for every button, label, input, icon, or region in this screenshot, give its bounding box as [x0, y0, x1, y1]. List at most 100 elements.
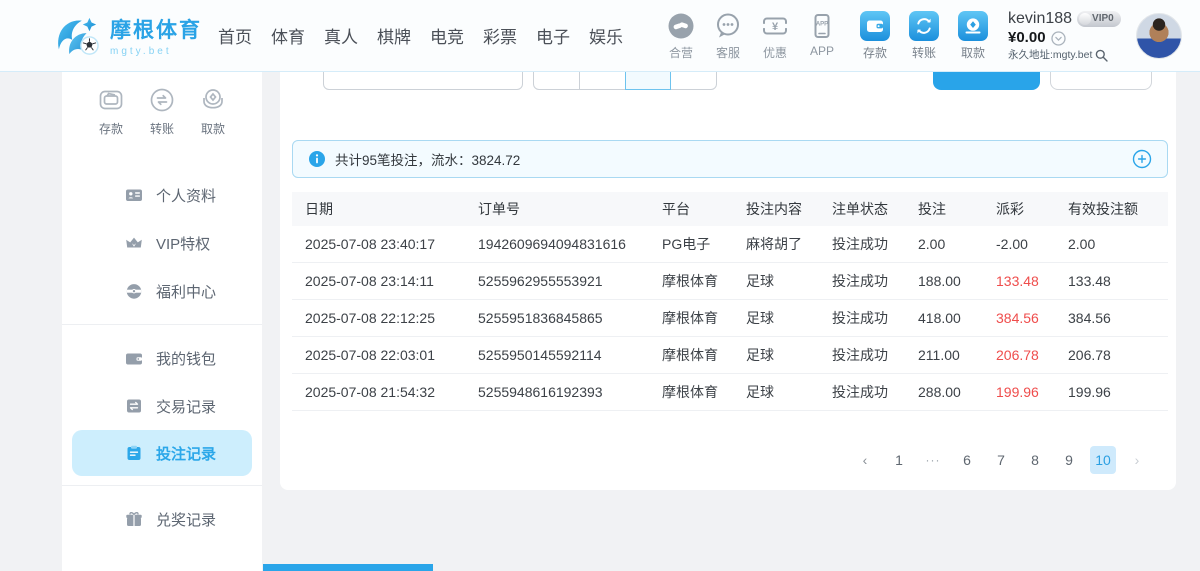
- expand-circle-icon[interactable]: [1132, 149, 1152, 169]
- cell-bet: 188.00: [918, 273, 996, 289]
- cell-platform: 摩根体育: [662, 382, 746, 402]
- sidebar-deposit[interactable]: 存款: [96, 85, 126, 137]
- sidebar-item-vip-label: VIP特权: [156, 233, 210, 254]
- avatar[interactable]: [1136, 13, 1182, 59]
- wallet-outline-icon: [96, 85, 126, 115]
- nav-entertainment[interactable]: 娱乐: [589, 23, 623, 48]
- nav-home[interactable]: 首页: [218, 23, 252, 48]
- pagination-ellipsis[interactable]: ···: [920, 446, 946, 474]
- circular-arrows-icon: [147, 85, 177, 115]
- brand-logo[interactable]: 摩根体育 mgty.bet: [55, 14, 202, 57]
- pagination-page-7[interactable]: 7: [988, 446, 1014, 474]
- info-icon: [308, 150, 326, 168]
- cell-content: 足球: [746, 345, 832, 365]
- sidebar-item-welfare[interactable]: 福利中心: [62, 267, 262, 315]
- id-card-icon: [125, 186, 143, 204]
- transaction-record-icon: [125, 397, 143, 415]
- deposit-label: 存款: [863, 44, 887, 61]
- sidebar-transfer[interactable]: 转账: [147, 85, 177, 137]
- sidebar-item-prize-records-label: 兑奖记录: [156, 509, 216, 530]
- table-row: 2025-07-08 23:40:17 1942609694094831616 …: [292, 226, 1168, 263]
- sidebar-item-bet-records-label: 投注记录: [156, 443, 216, 464]
- sidebar-deposit-label: 存款: [99, 120, 123, 137]
- pagination-page-10-active[interactable]: 10: [1090, 446, 1116, 474]
- partnership-link[interactable]: 合营: [661, 11, 701, 61]
- sidebar-withdraw[interactable]: 取款: [198, 85, 228, 137]
- sidebar-item-welfare-label: 福利中心: [156, 281, 216, 302]
- promotions-link[interactable]: ¥ 优惠: [755, 11, 795, 61]
- sidebar-withdraw-label: 取款: [201, 120, 225, 137]
- pagination-page-8[interactable]: 8: [1022, 446, 1048, 474]
- cell-payout: 133.48: [996, 273, 1068, 289]
- cell-platform: 摩根体育: [662, 271, 746, 291]
- pagination-next[interactable]: ›: [1124, 446, 1150, 474]
- sidebar-quick-actions: 存款 转账 取款: [62, 72, 262, 137]
- summary-bar: 共计95笔投注，流水：3824.72: [292, 140, 1168, 178]
- permanent-address: 永久地址:mgty.bet: [1008, 49, 1092, 62]
- pagination-page-6[interactable]: 6: [954, 446, 980, 474]
- chevron-down-icon[interactable]: [1051, 31, 1066, 46]
- cell-date: 2025-07-08 23:40:17: [305, 236, 478, 252]
- col-payout: 派彩: [996, 199, 1068, 219]
- cell-status: 投注成功: [832, 271, 918, 291]
- transfer-button[interactable]: 转账: [904, 11, 944, 61]
- bet-records-panel: 共计95笔投注，流水：3824.72 日期 订单号 平台 投注内容 注单状态 投…: [280, 40, 1176, 490]
- cell-platform: 摩根体育: [662, 345, 746, 365]
- nav-esports[interactable]: 电竞: [430, 23, 464, 48]
- cell-date: 2025-07-08 21:54:32: [305, 384, 478, 400]
- coin-dispenser-icon: [198, 85, 228, 115]
- app-download-label: APP: [810, 44, 834, 58]
- app-download-link[interactable]: APP APP: [802, 11, 842, 61]
- customer-service-link[interactable]: 客服: [708, 11, 748, 61]
- cell-valid-bet: 2.00: [1068, 236, 1168, 252]
- cell-status: 投注成功: [832, 308, 918, 328]
- cell-bet: 2.00: [918, 236, 996, 252]
- sidebar-item-wallet[interactable]: 我的钱包: [62, 334, 262, 382]
- sidebar-item-transactions[interactable]: 交易记录: [62, 382, 262, 430]
- cell-valid-bet: 199.96: [1068, 384, 1168, 400]
- cell-status: 投注成功: [832, 234, 918, 254]
- cell-status: 投注成功: [832, 345, 918, 365]
- withdraw-button[interactable]: 取款: [953, 11, 993, 61]
- welfare-box-icon: [125, 282, 143, 300]
- balance-amount: ¥0.00: [1008, 29, 1046, 47]
- sidebar-menu: 个人资料 VIP特权 福利中心: [62, 171, 262, 543]
- col-date: 日期: [305, 199, 478, 219]
- nav-slots[interactable]: 电子: [536, 23, 570, 48]
- cell-payout: 199.96: [996, 384, 1068, 400]
- deposit-button[interactable]: 存款: [855, 11, 895, 61]
- sidebar-item-prize-records[interactable]: 兑奖记录: [62, 495, 262, 543]
- sidebar-item-profile[interactable]: 个人资料: [62, 171, 262, 219]
- cell-content: 足球: [746, 382, 832, 402]
- cell-valid-bet: 384.56: [1068, 310, 1168, 326]
- brand-name: 摩根体育: [110, 14, 202, 44]
- col-status: 注单状态: [832, 199, 918, 219]
- pagination: ‹ 1 ··· 6 7 8 9 10 ›: [852, 446, 1150, 474]
- pagination-page-1[interactable]: 1: [886, 446, 912, 474]
- cell-order-no: 1942609694094831616: [478, 236, 662, 252]
- col-bet: 投注: [918, 199, 996, 219]
- nav-card-games[interactable]: 棋牌: [377, 23, 411, 48]
- pagination-prev[interactable]: ‹: [852, 446, 878, 474]
- transfer-label: 转账: [912, 44, 936, 61]
- cell-bet: 288.00: [918, 384, 996, 400]
- sidebar-item-bet-records[interactable]: 投注记录: [72, 430, 252, 476]
- cell-bet: 418.00: [918, 310, 996, 326]
- cell-platform: 摩根体育: [662, 308, 746, 328]
- pagination-page-9[interactable]: 9: [1056, 446, 1082, 474]
- bet-record-icon: [125, 444, 143, 462]
- cell-order-no: 5255950145592114: [478, 347, 662, 363]
- nav-live-casino[interactable]: 真人: [324, 23, 358, 48]
- col-order-no: 订单号: [478, 199, 662, 219]
- nav-sports[interactable]: 体育: [271, 23, 305, 48]
- partnership-label: 合营: [669, 44, 693, 61]
- nav-lottery[interactable]: 彩票: [483, 23, 517, 48]
- vip-badge[interactable]: VIP0: [1077, 11, 1121, 27]
- cell-status: 投注成功: [832, 382, 918, 402]
- magnifier-icon[interactable]: [1095, 49, 1108, 62]
- cell-payout: 384.56: [996, 310, 1068, 326]
- sidebar-item-vip[interactable]: VIP特权: [62, 219, 262, 267]
- cell-date: 2025-07-08 23:14:11: [305, 273, 478, 289]
- wallet-icon: [125, 349, 143, 367]
- cell-valid-bet: 206.78: [1068, 347, 1168, 363]
